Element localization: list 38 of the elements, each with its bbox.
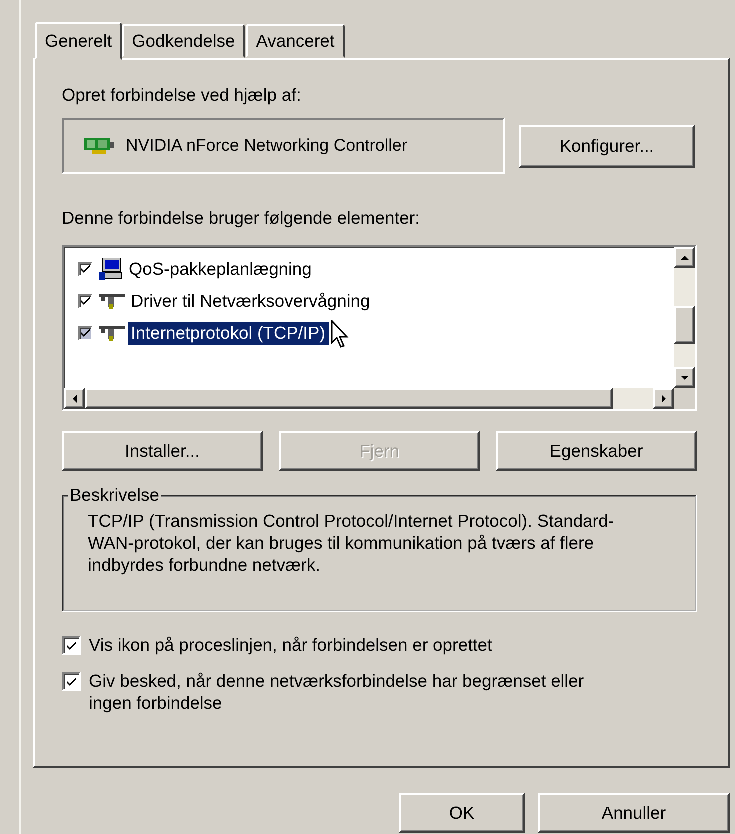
checkbox-label: Giv besked, når denne netværksforbindelse har begrænset eller ingen forbindelse xyxy=(89,670,586,714)
tab[interactable]: Godkendelse xyxy=(122,24,246,58)
checkbox-label: Vis ikon på proceslinjen, når forbindelsen er oprettet xyxy=(89,634,492,656)
network-plug-icon xyxy=(99,324,125,342)
check-mark-icon xyxy=(67,678,76,686)
computer-icon xyxy=(99,258,123,280)
cancel-button[interactable]: Annuller xyxy=(538,793,730,833)
action-button[interactable]: Installer... xyxy=(62,431,263,471)
down-arrow-icon xyxy=(680,374,690,380)
scrollbar-corner xyxy=(674,388,695,409)
mouse-pointer-icon xyxy=(331,320,349,348)
checkbox[interactable] xyxy=(62,636,81,655)
network-plug-icon xyxy=(99,292,125,310)
right-arrow-icon xyxy=(660,394,666,404)
left-arrow-icon xyxy=(72,394,78,404)
group-title: Beskrivelse xyxy=(69,485,160,506)
list-item[interactable]: Internetprotokol (TCP/IP) xyxy=(128,322,329,344)
list-item[interactable]: Driver til Netværksovervågning xyxy=(128,290,374,312)
adapter-name: NVIDIA nForce Networking Controller xyxy=(126,136,408,156)
ok-button[interactable]: OK xyxy=(399,793,525,833)
up-arrow-icon xyxy=(680,254,690,260)
checkbox[interactable] xyxy=(78,326,93,340)
tab[interactable]: Generelt xyxy=(35,22,122,60)
check-mark-icon xyxy=(81,265,90,273)
description-text: TCP/IP (Transmission Control Protocol/Internet Protocol). Standard-WAN-protokol, der kan bruges til kommunikation på tværs af flere indbyrdes forbundne netværk. xyxy=(88,510,616,576)
check-mark-icon xyxy=(81,329,90,337)
action-button[interactable]: Egenskaber xyxy=(496,431,697,471)
list-item[interactable]: QoS-pakkeplanlægning xyxy=(126,258,315,280)
connect-label: Opret forbindelse ved hjælp af: xyxy=(62,84,302,106)
checkbox[interactable] xyxy=(62,672,81,691)
tab[interactable]: Avanceret xyxy=(246,24,345,58)
vertical-scrollbar[interactable] xyxy=(674,247,695,388)
check-mark-icon xyxy=(67,642,76,650)
network-card-icon xyxy=(84,136,114,156)
components-label: Denne forbindelse bruger følgende elementer: xyxy=(62,207,421,229)
check-mark-icon xyxy=(81,297,90,305)
scroll-thumb[interactable] xyxy=(674,306,695,344)
configure-button[interactable]: Konfigurer... xyxy=(519,124,695,168)
